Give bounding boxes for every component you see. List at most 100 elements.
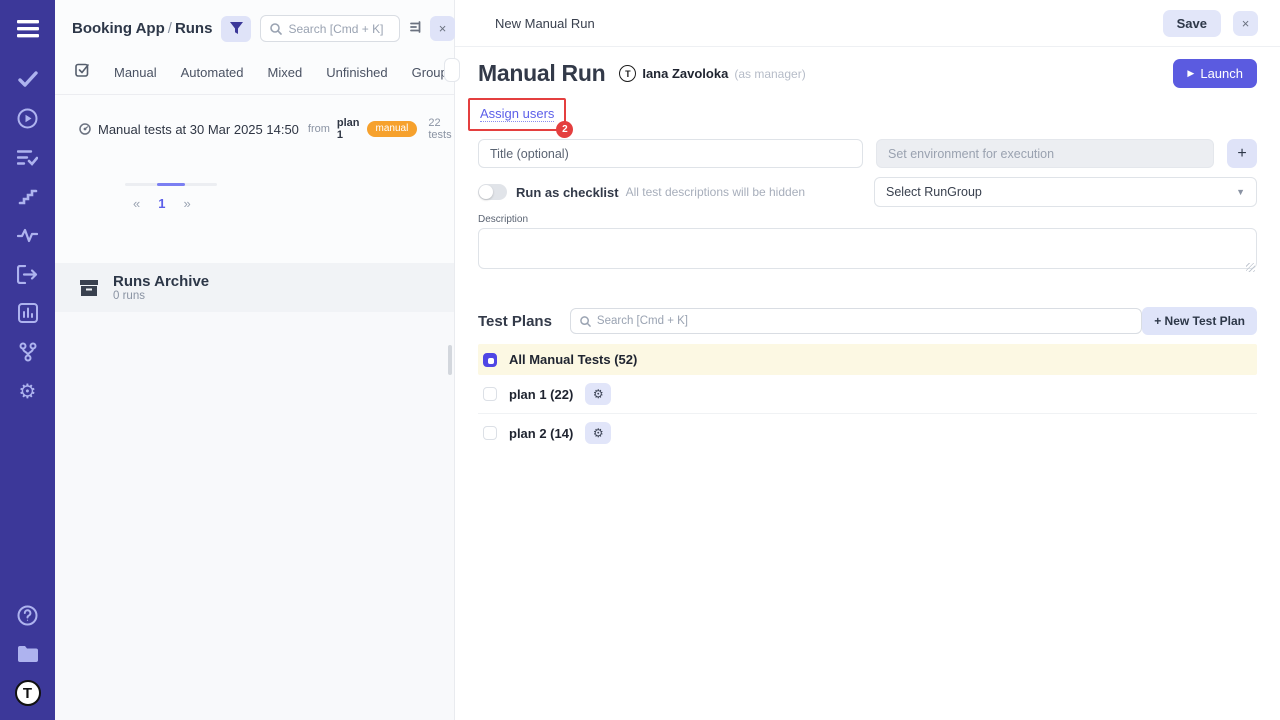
pagination-scrollbar[interactable] — [125, 183, 217, 186]
test-plan-row-plan-1[interactable]: plan 1 (22) ⚙ — [478, 375, 1257, 414]
runs-archive-row[interactable]: Runs Archive 0 runs — [55, 263, 454, 312]
assign-users-link[interactable]: Assign users — [480, 106, 554, 122]
import-icon[interactable] — [15, 261, 41, 287]
archive-box-icon — [79, 279, 99, 297]
owner-name: Iana Zavoloka — [642, 66, 728, 81]
annotation-step-badge: 2 — [556, 121, 573, 138]
run-tests-count: 22 tests — [428, 117, 451, 141]
owner-role: (as manager) — [734, 67, 805, 81]
gear-icon[interactable]: ⚙ — [15, 378, 41, 404]
launch-button[interactable]: ▶ Launch — [1173, 59, 1257, 88]
run-plan-name: plan 1 — [337, 117, 360, 141]
filter-button[interactable] — [221, 16, 251, 42]
tab-unfinished[interactable]: Unfinished — [326, 65, 387, 80]
activity-icon[interactable] — [15, 222, 41, 248]
hamburger-menu-icon[interactable] — [15, 16, 41, 42]
run-as-checklist-toggle[interactable] — [478, 184, 507, 200]
search-icon — [580, 316, 591, 327]
search-icon — [270, 23, 282, 35]
test-plans-title: Test Plans — [478, 313, 552, 330]
plan-settings-button[interactable]: ⚙ — [585, 422, 611, 444]
add-environment-button[interactable]: + — [1227, 139, 1257, 168]
new-run-form: Manual Run T Iana Zavoloka (as manager) … — [455, 47, 1280, 452]
gear-icon: ⚙ — [593, 427, 604, 439]
test-plan-label[interactable]: plan 2 (14) — [509, 426, 573, 441]
tab-mixed[interactable]: Mixed — [268, 65, 303, 80]
test-plan-row-plan-2[interactable]: plan 2 (14) ⚙ — [478, 414, 1257, 452]
pagination-next[interactable]: » — [183, 196, 190, 211]
rungroup-select[interactable]: Select RunGroup ▼ — [874, 177, 1257, 207]
breadcrumb-project[interactable]: Booking App — [72, 20, 165, 37]
page-title: Manual Run — [478, 60, 605, 87]
list-check-icon[interactable] — [15, 144, 41, 170]
play-circle-icon[interactable] — [15, 105, 41, 131]
description-wrap — [478, 225, 1257, 274]
checkbox-unchecked[interactable] — [483, 387, 497, 401]
test-plans-search[interactable] — [570, 308, 1142, 334]
test-plans-list: All Manual Tests (52) plan 1 (22) ⚙ plan… — [478, 344, 1257, 452]
runs-search-input[interactable] — [288, 22, 390, 36]
run-gauge-icon — [79, 123, 91, 135]
rungroup-value: Select RunGroup — [886, 185, 982, 199]
collapse-panel-icon[interactable] — [409, 20, 421, 38]
run-owner: T Iana Zavoloka (as manager) — [619, 65, 805, 82]
checkbox-checked[interactable] — [483, 353, 497, 367]
run-settings: + Run as checklist All test descriptions… — [478, 139, 1257, 274]
new-run-topbar: New Manual Run Save × — [455, 0, 1280, 47]
pagination-prev[interactable]: « — [133, 196, 140, 211]
panel-scrollbar-thumb[interactable] — [448, 345, 452, 375]
runs-panel: Booking App/Runs × Manual — [55, 0, 455, 720]
run-type-badge[interactable]: manual — [367, 121, 418, 137]
form-row-checklist-rungroup: Run as checklist All test descriptions w… — [478, 177, 1257, 207]
archive-text: Runs Archive 0 runs — [113, 273, 209, 302]
resize-handle-icon[interactable] — [1246, 263, 1255, 272]
test-plan-row-all-manual[interactable]: All Manual Tests (52) — [478, 344, 1257, 375]
annotation-rectangle: Assign users — [468, 98, 566, 131]
test-plans-header: Test Plans + New Test Plan — [478, 307, 1257, 335]
description-label: Description — [478, 214, 1257, 225]
app-logo[interactable]: T — [15, 680, 41, 706]
heading-row: Manual Run T Iana Zavoloka (as manager) … — [478, 59, 1257, 88]
test-plans-search-input[interactable] — [597, 315, 1132, 327]
form-row-title-env: + — [478, 139, 1257, 168]
pagination-scrollbar-thumb[interactable] — [157, 183, 185, 186]
plan-settings-button[interactable]: ⚙ — [585, 383, 611, 405]
new-test-plan-button[interactable]: + New Test Plan — [1142, 307, 1257, 335]
checkbox-unchecked[interactable] — [483, 426, 497, 440]
steps-icon[interactable] — [15, 183, 41, 209]
breadcrumb[interactable]: Booking App/Runs — [72, 20, 212, 37]
app-sidebar: ⚙ T — [0, 0, 55, 720]
panel-close-button[interactable]: × — [430, 16, 455, 41]
runs-search[interactable] — [260, 15, 400, 42]
select-all-icon[interactable] — [75, 62, 90, 82]
save-button[interactable]: Save — [1163, 10, 1221, 37]
tab-manual[interactable]: Manual — [114, 65, 157, 80]
breadcrumb-page: Runs — [175, 20, 213, 37]
runs-tabs: Manual Automated Mixed Unfinished Groups — [55, 52, 454, 95]
bar-chart-icon[interactable] — [15, 300, 41, 326]
help-icon[interactable] — [15, 602, 41, 628]
tab-sliver — [444, 58, 460, 82]
runs-panel-empty-area — [55, 312, 454, 720]
pagination-page-1[interactable]: 1 — [158, 196, 165, 211]
launch-label: Launch — [1200, 66, 1243, 81]
archive-title: Runs Archive — [113, 273, 209, 290]
description-textarea[interactable] — [478, 228, 1257, 269]
checklist-label: Run as checklist — [516, 185, 619, 200]
check-icon[interactable] — [15, 66, 41, 92]
test-plan-label[interactable]: plan 1 (22) — [509, 387, 573, 402]
environment-input[interactable] — [876, 139, 1214, 168]
close-drawer-button[interactable]: × — [1233, 11, 1258, 36]
owner-avatar: T — [619, 65, 636, 82]
filter-icon — [230, 22, 243, 35]
test-plan-label[interactable]: All Manual Tests (52) — [509, 352, 637, 367]
drawer-title: New Manual Run — [495, 16, 595, 31]
play-icon: ▶ — [1187, 68, 1194, 79]
folder-icon[interactable] — [15, 641, 41, 667]
run-title-input[interactable] — [478, 139, 863, 168]
run-from-label: from — [308, 123, 330, 135]
chevron-down-icon: ▼ — [1236, 187, 1245, 197]
tab-automated[interactable]: Automated — [181, 65, 244, 80]
branch-icon[interactable] — [15, 339, 41, 365]
run-list-item[interactable]: Manual tests at 30 Mar 2025 14:50 from p… — [55, 95, 454, 141]
